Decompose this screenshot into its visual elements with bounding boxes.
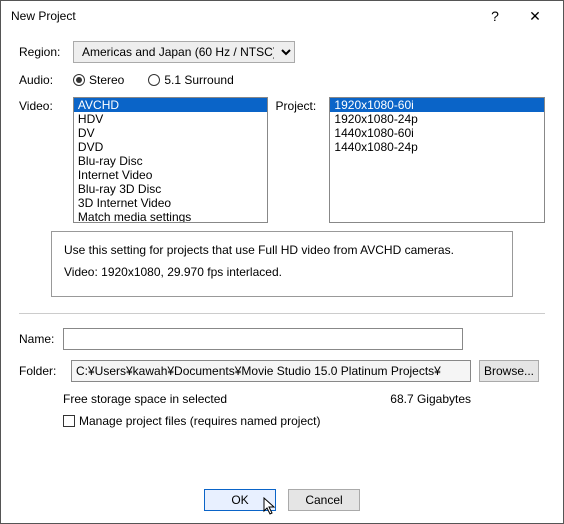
ok-button[interactable]: OK (204, 489, 276, 511)
region-label: Region: (19, 45, 73, 59)
manage-label: Manage project files (requires named pro… (79, 414, 320, 428)
name-input[interactable] (63, 328, 463, 350)
video-option[interactable]: DVD (74, 140, 267, 154)
desc-line1: Use this setting for projects that use F… (64, 242, 500, 258)
video-option[interactable]: Blu-ray Disc (74, 154, 267, 168)
video-option[interactable]: HDV (74, 112, 267, 126)
folder-label: Folder: (19, 364, 63, 378)
storage-value: 68.7 Gigabytes (390, 392, 471, 406)
video-option[interactable]: Match media settings (74, 210, 267, 223)
checkbox-icon (63, 415, 75, 427)
audio-surround-radio[interactable]: 5.1 Surround (148, 73, 233, 87)
video-listbox[interactable]: AVCHDHDVDVDVDBlu-ray DiscInternet VideoB… (73, 97, 268, 223)
storage-label: Free storage space in selected (63, 392, 390, 406)
video-option[interactable]: Blu-ray 3D Disc (74, 182, 267, 196)
divider (19, 313, 545, 314)
project-option[interactable]: 1920x1080-60i (330, 98, 544, 112)
desc-line2: Video: 1920x1080, 29.970 fps interlaced. (64, 264, 500, 280)
name-label: Name: (19, 332, 63, 346)
video-label: Video: (19, 97, 65, 113)
region-select[interactable]: Americas and Japan (60 Hz / NTSC) (73, 41, 295, 63)
radio-icon (148, 74, 160, 86)
window-title: New Project (11, 9, 475, 23)
description-box: Use this setting for projects that use F… (51, 231, 513, 297)
manage-checkbox-row[interactable]: Manage project files (requires named pro… (63, 414, 545, 428)
cancel-button[interactable]: Cancel (288, 489, 360, 511)
audio-label: Audio: (19, 73, 73, 87)
video-option[interactable]: 3D Internet Video (74, 196, 267, 210)
video-option[interactable]: DV (74, 126, 267, 140)
video-option[interactable]: AVCHD (74, 98, 267, 112)
surround-label: 5.1 Surround (164, 73, 233, 87)
close-button[interactable]: ✕ (515, 8, 555, 25)
project-label: Project: (276, 97, 322, 113)
browse-button[interactable]: Browse... (479, 360, 539, 382)
radio-icon (73, 74, 85, 86)
help-button[interactable]: ? (475, 8, 515, 24)
stereo-label: Stereo (89, 73, 124, 87)
project-option[interactable]: 1440x1080-60i (330, 126, 544, 140)
project-option[interactable]: 1440x1080-24p (330, 140, 544, 154)
project-option[interactable]: 1920x1080-24p (330, 112, 544, 126)
project-listbox[interactable]: 1920x1080-60i1920x1080-24p1440x1080-60i1… (329, 97, 545, 223)
folder-input[interactable] (71, 360, 471, 382)
video-option[interactable]: Internet Video (74, 168, 267, 182)
audio-stereo-radio[interactable]: Stereo (73, 73, 124, 87)
